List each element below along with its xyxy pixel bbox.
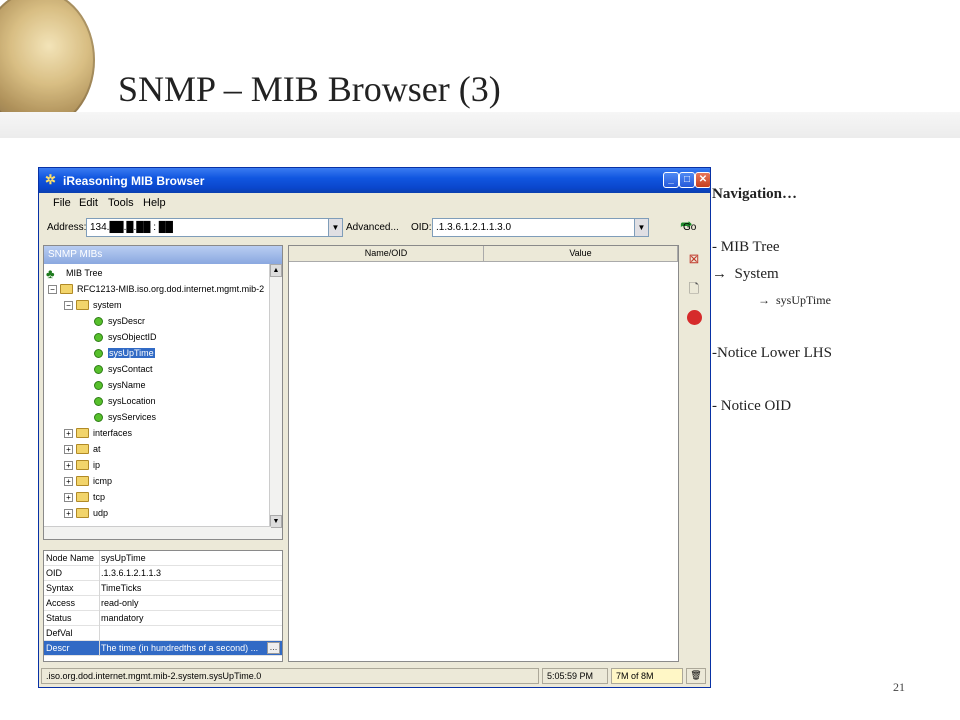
leaf-icon [94,381,103,390]
minimize-button[interactable]: _ [663,172,679,188]
expand-icon[interactable]: + [64,445,73,454]
table-row: Syntax TimeTicks [44,581,282,596]
folder-icon [76,476,89,486]
app-gear-icon: ✲ [45,172,56,187]
trash-icon[interactable]: 🗑 [686,668,706,684]
folder-open-icon [76,300,89,310]
note-sysuptime: → sysUpTime [758,293,831,307]
table-row: Access read-only [44,596,282,611]
scroll-down-icon[interactable]: ▼ [270,515,282,528]
maximize-button[interactable]: □ [679,172,695,188]
window-titlebar[interactable]: ✲ iReasoning MIB Browser _ □ ✕ [39,168,710,193]
note-navigation: Navigation… [712,186,798,202]
delete-table-icon[interactable]: ⊠ [685,250,703,268]
tree-icon: ♣ [46,266,55,281]
tree-header: SNMP MIBs [44,246,282,264]
menu-help[interactable]: Help [143,197,166,209]
table-row-selected[interactable]: Descr The time (in hundredths of a second… [44,641,282,656]
leaf-icon [94,413,103,422]
table-row: Status mandatory [44,611,282,626]
note-mib-tree: - MIB Tree [712,239,780,255]
expand-icon[interactable]: + [64,477,73,486]
globe-decoration [0,0,95,130]
expand-icon[interactable]: + [64,493,73,502]
oid-label: OID: [411,222,432,233]
folder-icon [76,428,89,438]
leaf-icon [94,397,103,406]
address-bar: Address: 134.██.█.██ : ██ ▼ Advanced... … [39,214,710,242]
leaf-icon [94,317,103,326]
document-icon[interactable]: 🗋 [685,280,703,298]
tree-horizontal-scrollbar[interactable] [44,526,271,539]
column-value[interactable]: Value [484,246,678,262]
column-name-oid[interactable]: Name/OID [289,246,484,262]
table-row: DefVal [44,626,282,641]
folder-open-icon [60,284,73,294]
table-row: Node Name sysUpTime [44,551,282,566]
status-oid-path: .iso.org.dod.internet.mgmt.mib-2.system.… [41,668,539,684]
page-number: 21 [893,680,905,694]
status-memory: 7M of 8M [611,668,683,684]
expand-icon[interactable]: + [64,429,73,438]
menu-file[interactable]: File [53,197,71,209]
window-title: iReasoning MIB Browser [63,174,205,188]
leaf-icon [94,365,103,374]
expand-icon[interactable]: + [64,509,73,518]
expand-icon[interactable]: + [64,461,73,470]
title-band [0,112,960,138]
slide-title: SNMP – MIB Browser (3) [118,69,501,109]
advanced-button[interactable]: Advanced... [346,222,399,233]
menu-tools[interactable]: Tools [108,197,134,209]
folder-icon [76,508,89,518]
stop-icon[interactable] [685,310,703,328]
folder-icon [76,444,89,454]
mib-browser-window: ✲ iReasoning MIB Browser _ □ ✕ File Edit… [38,167,711,688]
collapse-icon[interactable]: − [48,285,57,294]
oid-dropdown-button[interactable]: ▼ [634,218,649,237]
collapse-icon[interactable]: − [64,301,73,310]
note-lower-lhs: -Notice Lower LHS [712,345,832,361]
leaf-icon [94,333,103,342]
oid-input[interactable]: .1.3.6.1.2.1.1.3.0 [432,218,636,237]
menu-edit[interactable]: Edit [79,197,98,209]
go-button[interactable]: Go [683,222,696,233]
mib-tree-panel: SNMP MIBs ♣ MIB Tree − RFC1213-MIB.iso.o… [43,245,283,540]
table-row: OID .1.3.6.1.2.1.1.3 [44,566,282,581]
more-button[interactable]: … [267,642,280,654]
address-input[interactable]: 134.██.█.██ : ██ [86,218,330,237]
tree-vertical-scrollbar[interactable]: ▲ ▼ [269,264,282,539]
note-system: → System [712,266,779,282]
address-label: Address: [47,222,87,233]
folder-icon [76,460,89,470]
results-table: Name/OID Value [288,245,679,662]
scroll-up-icon[interactable]: ▲ [270,264,282,277]
menu-bar: File Edit Tools Help [39,193,710,213]
close-button[interactable]: ✕ [695,172,710,188]
node-properties-table: Node Name sysUpTime OID .1.3.6.1.2.1.1.3 S… [43,550,283,662]
status-bar: .iso.org.dod.internet.mgmt.mib-2.system.… [39,666,710,686]
address-dropdown-button[interactable]: ▼ [328,218,343,237]
leaf-icon [94,349,103,358]
arrow-icon: → [712,266,727,282]
folder-icon [76,492,89,502]
note-oid: - Notice OID [712,398,792,414]
arrow-icon: → [758,293,770,307]
status-time: 5:05:59 PM [542,668,608,684]
